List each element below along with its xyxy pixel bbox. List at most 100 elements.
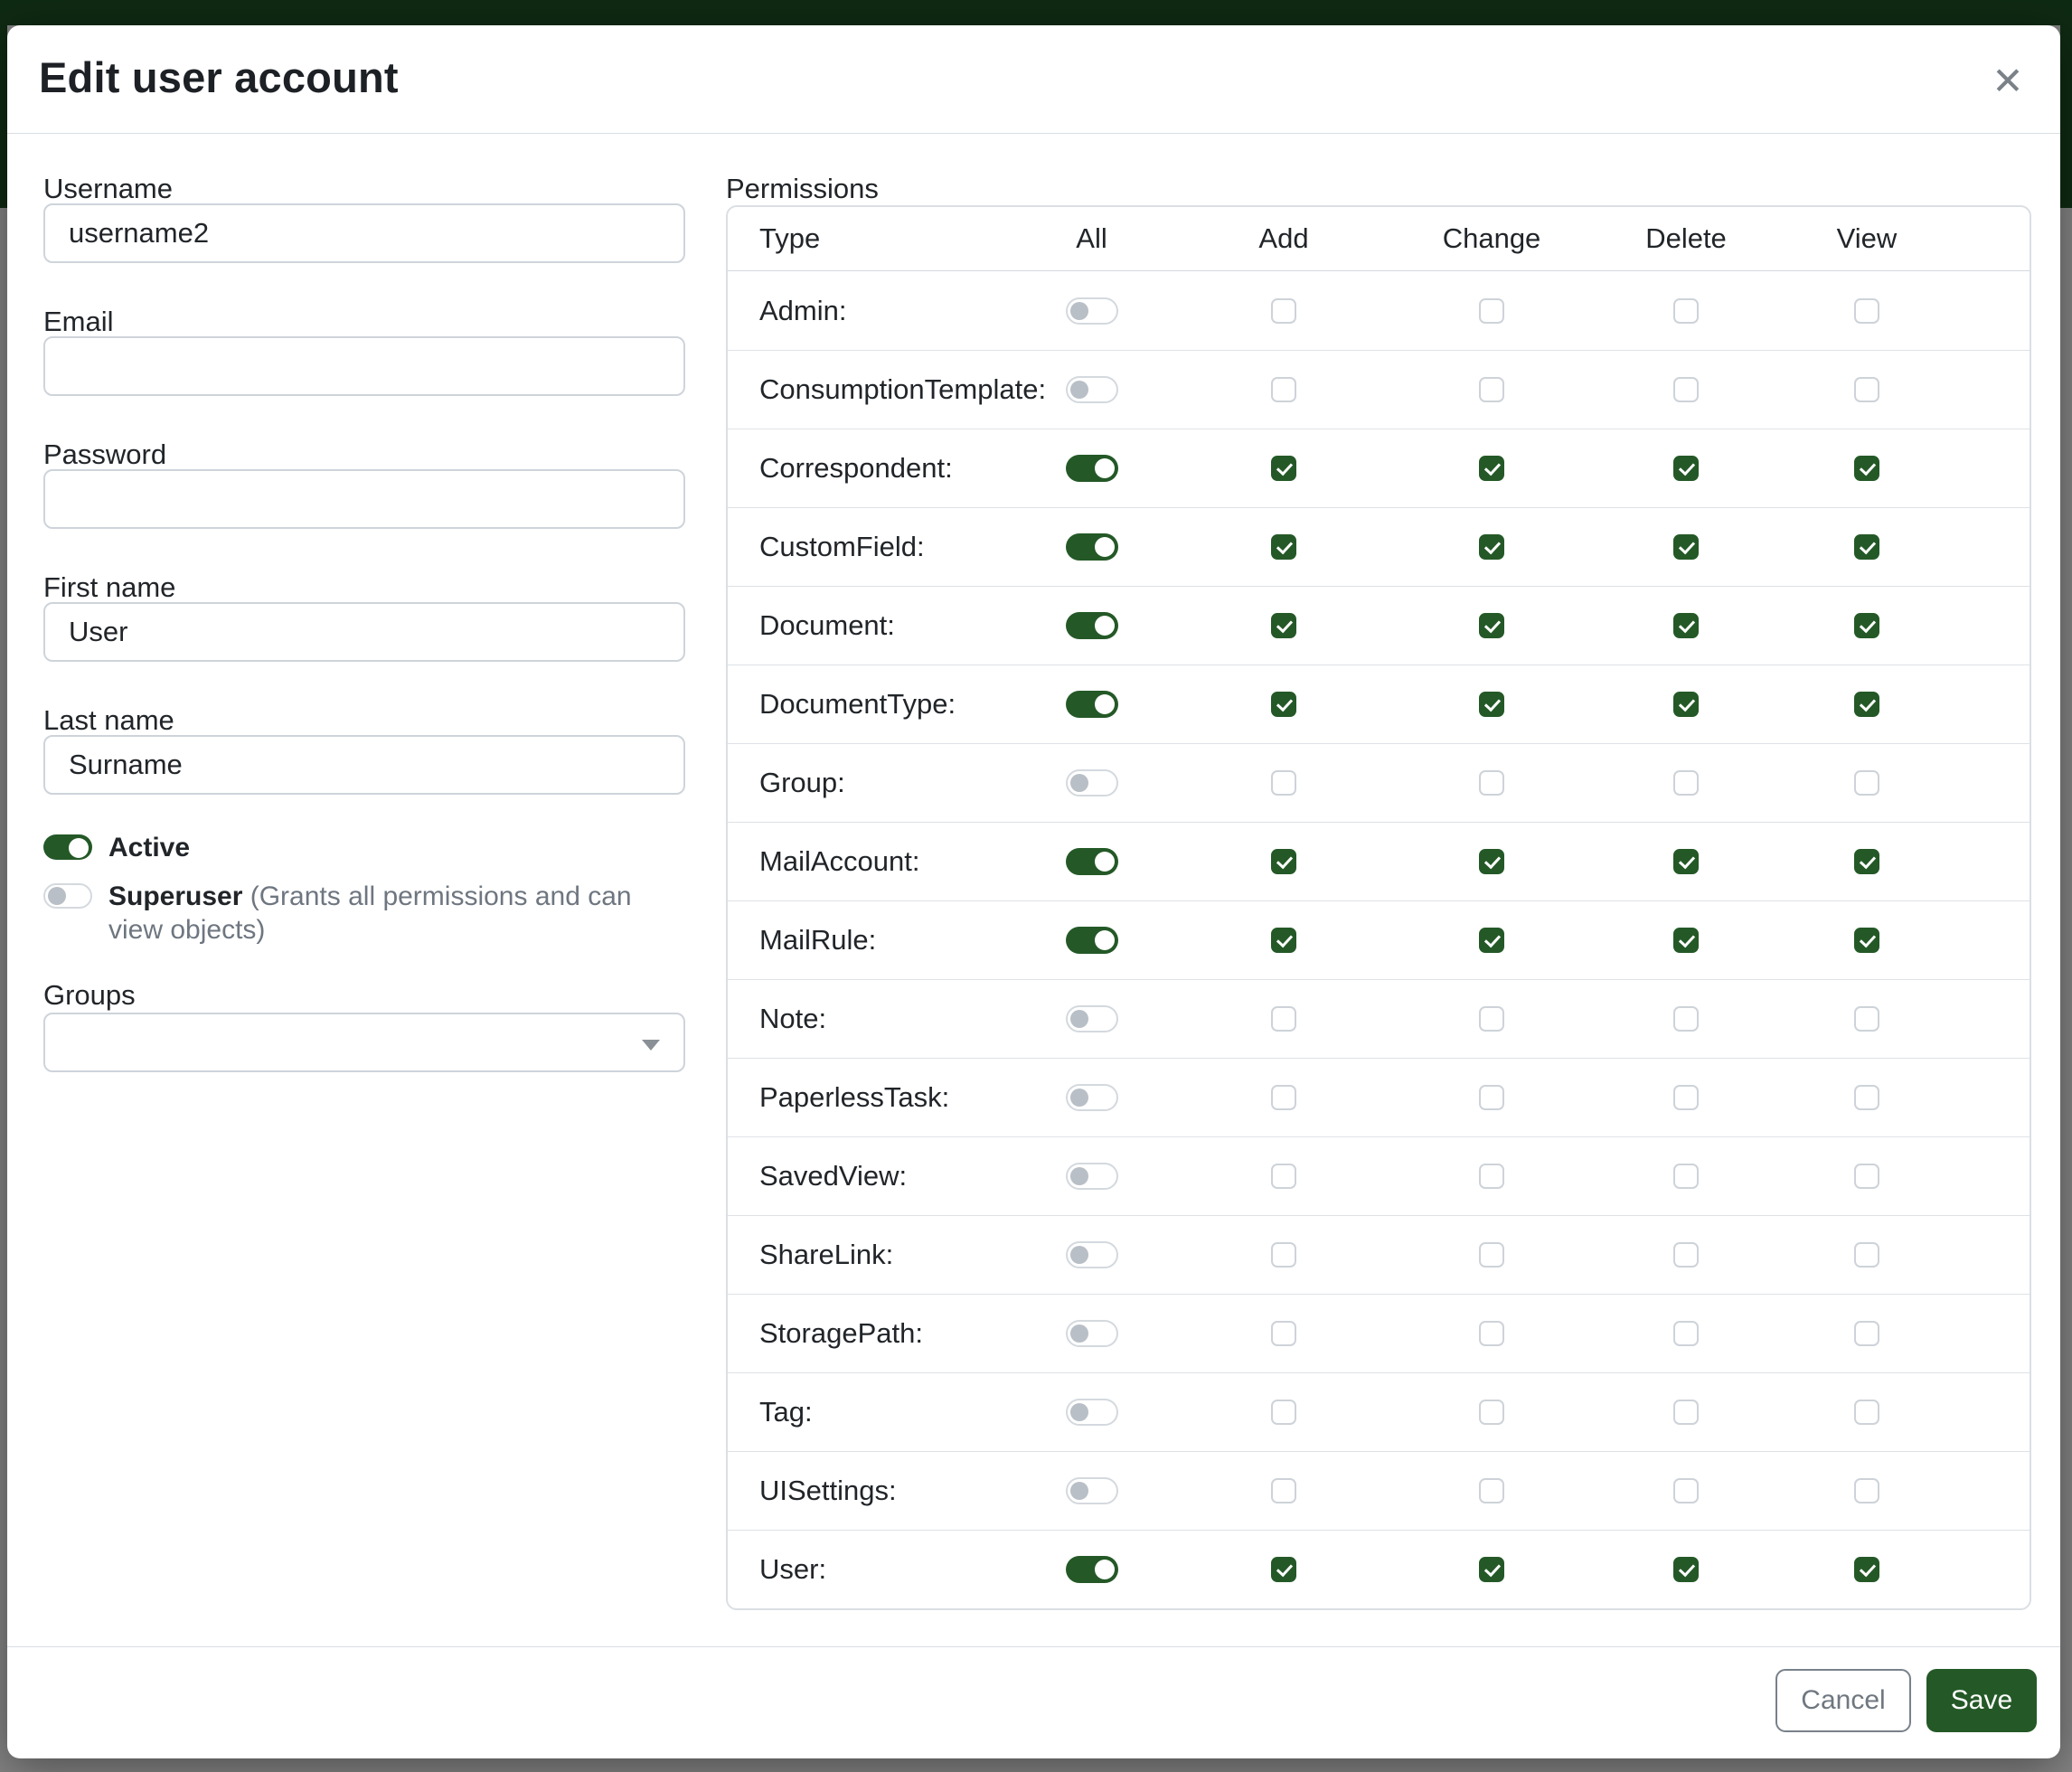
permission-change-checkbox[interactable] (1479, 1164, 1504, 1189)
permission-all-toggle[interactable] (1066, 1005, 1118, 1032)
permission-all-toggle[interactable] (1066, 848, 1118, 875)
permission-delete-checkbox[interactable] (1673, 1478, 1699, 1503)
permission-change-checkbox[interactable] (1479, 849, 1504, 874)
permission-view-checkbox[interactable] (1854, 377, 1879, 402)
permission-delete-checkbox[interactable] (1673, 1164, 1699, 1189)
permission-change-checkbox[interactable] (1479, 534, 1504, 560)
permission-change-checkbox[interactable] (1479, 770, 1504, 796)
permission-all-toggle[interactable] (1066, 691, 1118, 718)
permission-change-checkbox[interactable] (1479, 1400, 1504, 1425)
active-label: Active (108, 833, 190, 862)
permission-add-checkbox[interactable] (1271, 1557, 1296, 1582)
permission-all-toggle[interactable] (1066, 1320, 1118, 1347)
email-input[interactable] (43, 336, 685, 396)
permission-add-checkbox[interactable] (1271, 534, 1296, 560)
permission-view-checkbox[interactable] (1854, 1164, 1879, 1189)
permission-change-checkbox[interactable] (1479, 928, 1504, 953)
permission-all-toggle[interactable] (1066, 376, 1118, 403)
permission-add-checkbox[interactable] (1271, 1006, 1296, 1032)
permission-all-toggle[interactable] (1066, 533, 1118, 561)
permission-all-toggle[interactable] (1066, 455, 1118, 482)
permission-view-checkbox[interactable] (1854, 770, 1879, 796)
permission-all-toggle[interactable] (1066, 769, 1118, 796)
backdrop-right-strip (2060, 25, 2072, 208)
permission-add-checkbox[interactable] (1271, 1478, 1296, 1503)
permission-delete-checkbox[interactable] (1673, 613, 1699, 638)
permission-view-checkbox[interactable] (1854, 1242, 1879, 1268)
permission-all-toggle[interactable] (1066, 1163, 1118, 1190)
username-input[interactable] (43, 203, 685, 263)
save-button[interactable]: Save (1926, 1669, 2037, 1732)
permission-delete-checkbox[interactable] (1673, 1006, 1699, 1032)
close-icon[interactable]: ✕ (1983, 56, 2033, 107)
permission-all-toggle[interactable] (1066, 1399, 1118, 1426)
permission-view-checkbox[interactable] (1854, 613, 1879, 638)
permission-all-toggle[interactable] (1066, 1477, 1118, 1504)
permission-add-checkbox[interactable] (1271, 298, 1296, 324)
permission-add-checkbox[interactable] (1271, 1164, 1296, 1189)
permission-change-checkbox[interactable] (1479, 1557, 1504, 1582)
permission-change-checkbox[interactable] (1479, 456, 1504, 481)
permission-change-checkbox[interactable] (1479, 1242, 1504, 1268)
permission-view-checkbox[interactable] (1854, 849, 1879, 874)
permission-view-checkbox[interactable] (1854, 1085, 1879, 1110)
permission-change-checkbox[interactable] (1479, 1478, 1504, 1503)
first-name-input[interactable] (43, 602, 685, 662)
permission-delete-checkbox[interactable] (1673, 1400, 1699, 1425)
last-name-input[interactable] (43, 735, 685, 795)
permission-add-checkbox[interactable] (1271, 1085, 1296, 1110)
permission-all-toggle[interactable] (1066, 1084, 1118, 1111)
permission-delete-checkbox[interactable] (1673, 1242, 1699, 1268)
permissions-label: Permissions (726, 174, 2031, 203)
permission-delete-checkbox[interactable] (1673, 1321, 1699, 1346)
permission-delete-checkbox[interactable] (1673, 377, 1699, 402)
permission-all-toggle[interactable] (1066, 1556, 1118, 1583)
permission-view-checkbox[interactable] (1854, 928, 1879, 953)
permission-change-checkbox[interactable] (1479, 1006, 1504, 1032)
permission-view-checkbox[interactable] (1854, 456, 1879, 481)
permission-change-checkbox[interactable] (1479, 1085, 1504, 1110)
permission-all-toggle[interactable] (1066, 927, 1118, 954)
permission-add-checkbox[interactable] (1271, 849, 1296, 874)
permission-delete-checkbox[interactable] (1673, 849, 1699, 874)
permission-view-checkbox[interactable] (1854, 1478, 1879, 1503)
permission-delete-checkbox[interactable] (1673, 534, 1699, 560)
permission-view-checkbox[interactable] (1854, 1400, 1879, 1425)
permission-add-checkbox[interactable] (1271, 377, 1296, 402)
permission-all-toggle[interactable] (1066, 1241, 1118, 1268)
cancel-button[interactable]: Cancel (1775, 1669, 1911, 1732)
permission-all-toggle[interactable] (1066, 612, 1118, 639)
permission-delete-checkbox[interactable] (1673, 1085, 1699, 1110)
permission-view-checkbox[interactable] (1854, 1006, 1879, 1032)
permission-delete-checkbox[interactable] (1673, 770, 1699, 796)
permission-add-checkbox[interactable] (1271, 692, 1296, 717)
permission-delete-checkbox[interactable] (1673, 1557, 1699, 1582)
permission-view-checkbox[interactable] (1854, 534, 1879, 560)
column-header-change: Change (1388, 222, 1596, 255)
permission-change-checkbox[interactable] (1479, 377, 1504, 402)
active-toggle[interactable] (43, 834, 92, 860)
password-input[interactable] (43, 469, 685, 529)
permission-delete-checkbox[interactable] (1673, 928, 1699, 953)
permission-change-checkbox[interactable] (1479, 298, 1504, 324)
permission-view-checkbox[interactable] (1854, 1321, 1879, 1346)
permission-view-checkbox[interactable] (1854, 692, 1879, 717)
permission-all-toggle[interactable] (1066, 297, 1118, 325)
permission-change-checkbox[interactable] (1479, 1321, 1504, 1346)
permission-add-checkbox[interactable] (1271, 1400, 1296, 1425)
permission-view-checkbox[interactable] (1854, 1557, 1879, 1582)
permission-change-checkbox[interactable] (1479, 613, 1504, 638)
permission-view-checkbox[interactable] (1854, 298, 1879, 324)
permission-delete-checkbox[interactable] (1673, 456, 1699, 481)
permission-add-checkbox[interactable] (1271, 613, 1296, 638)
permission-change-checkbox[interactable] (1479, 692, 1504, 717)
superuser-toggle[interactable] (43, 883, 92, 909)
permission-delete-checkbox[interactable] (1673, 692, 1699, 717)
permission-add-checkbox[interactable] (1271, 1242, 1296, 1268)
permission-delete-checkbox[interactable] (1673, 298, 1699, 324)
permission-add-checkbox[interactable] (1271, 1321, 1296, 1346)
permission-add-checkbox[interactable] (1271, 770, 1296, 796)
permission-add-checkbox[interactable] (1271, 928, 1296, 953)
permission-add-checkbox[interactable] (1271, 456, 1296, 481)
groups-select[interactable] (43, 1013, 685, 1072)
